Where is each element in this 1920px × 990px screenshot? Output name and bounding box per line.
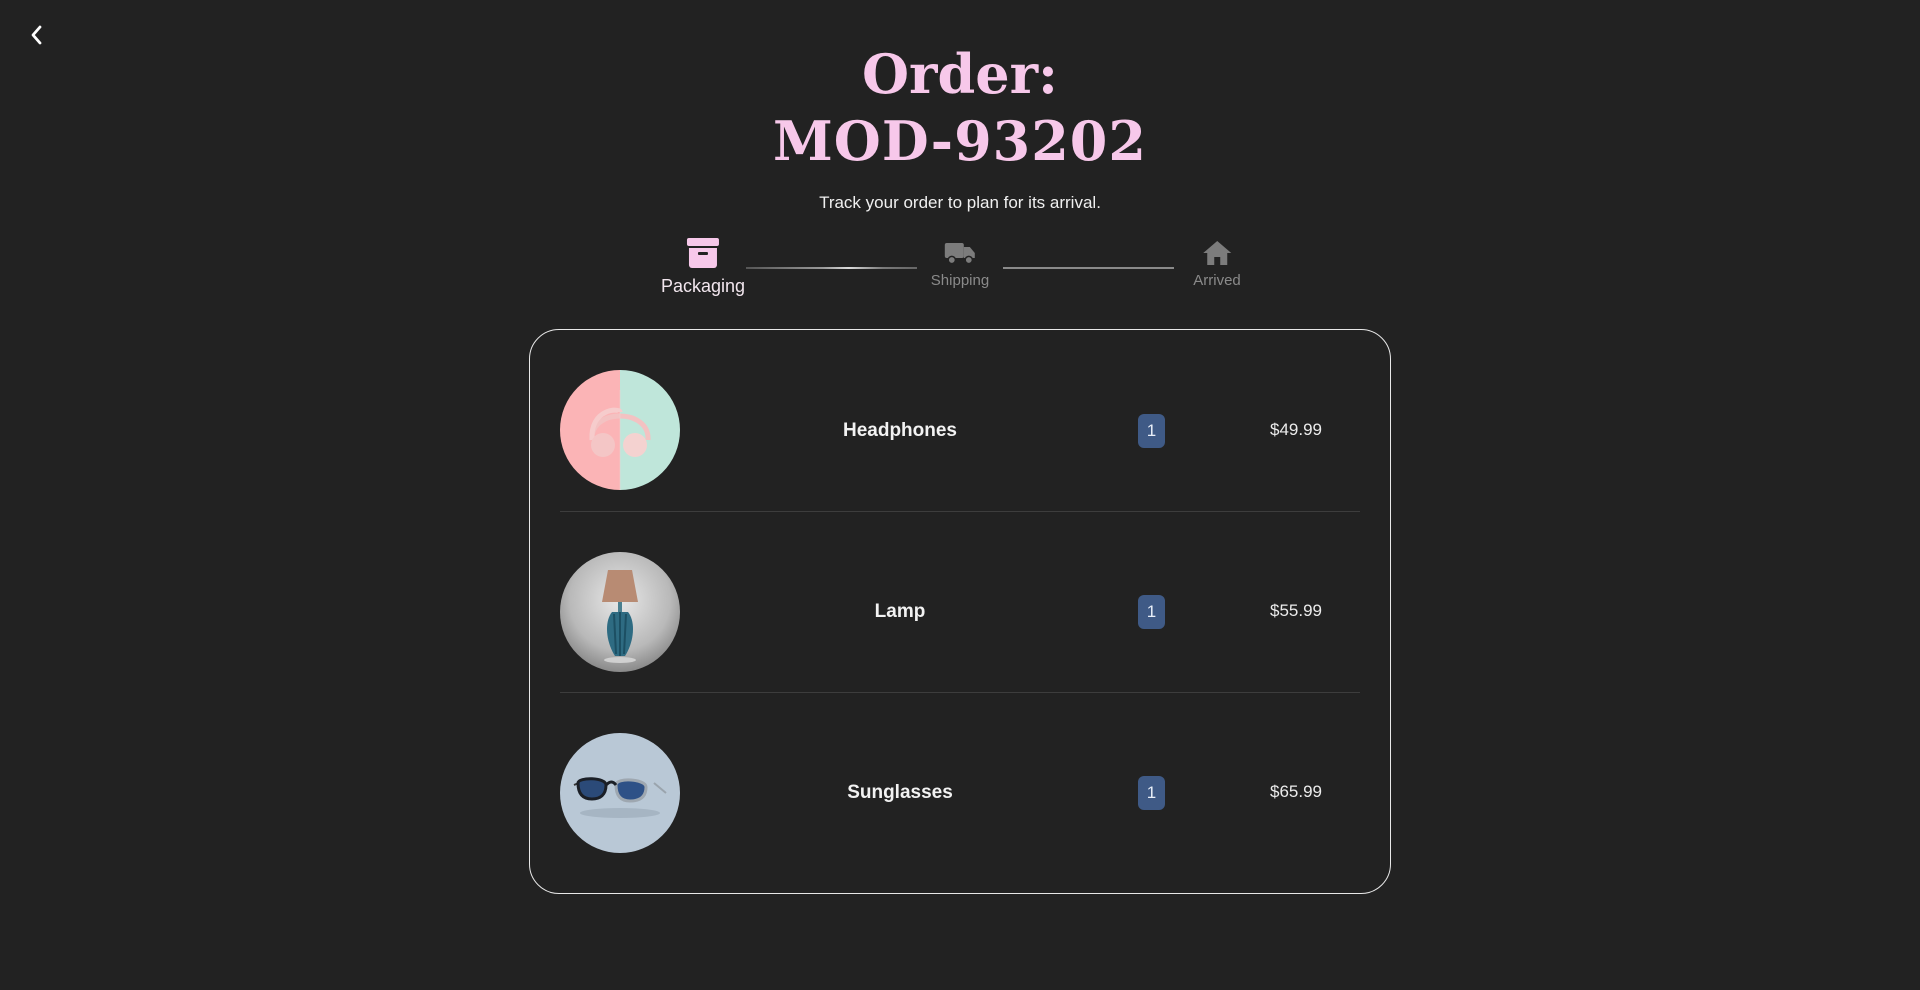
step-label: Shipping [930, 272, 990, 289]
order-progress-tracker: Packaging Shipping Arrived [0, 236, 1920, 306]
item-name: Lamp [874, 601, 926, 622]
order-number: MOD-93202 [773, 109, 1147, 173]
item-price: $49.99 [1270, 420, 1322, 439]
quantity-badge: 1 [1138, 595, 1165, 629]
step-shipping: Shipping [931, 240, 989, 289]
item-price: $65.99 [1270, 782, 1322, 801]
home-icon [1202, 241, 1231, 265]
step-arrived: Arrived [1193, 240, 1241, 289]
item-price: $55.99 [1270, 601, 1322, 620]
page-subtitle: Track your order to plan for its arrival… [819, 193, 1101, 212]
progress-connector [746, 267, 917, 269]
archive-box-icon [687, 238, 719, 268]
quantity-badge: 1 [1138, 414, 1165, 448]
step-label: Packaging [660, 276, 746, 296]
headphones-image [560, 370, 680, 490]
quantity-badge: 1 [1138, 776, 1165, 810]
step-packaging: Packaging [661, 236, 745, 297]
lamp-image [560, 552, 680, 672]
page-title: Order: [862, 42, 1058, 106]
order-item-row: Sunglasses 1 $65.99 [560, 692, 1360, 873]
order-item-row: Lamp 1 $55.99 [560, 511, 1360, 692]
step-label: Arrived [1193, 272, 1241, 289]
truck-icon [944, 243, 975, 265]
order-item-row: Headphones 1 $49.99 [560, 330, 1360, 511]
item-name: Sunglasses [847, 782, 953, 803]
sunglasses-image [560, 733, 680, 853]
progress-connector [1003, 267, 1174, 269]
item-name: Headphones [842, 420, 958, 441]
order-items-card: Headphones 1 $49.99 Lamp 1 $55.99 Sungla… [529, 329, 1391, 894]
